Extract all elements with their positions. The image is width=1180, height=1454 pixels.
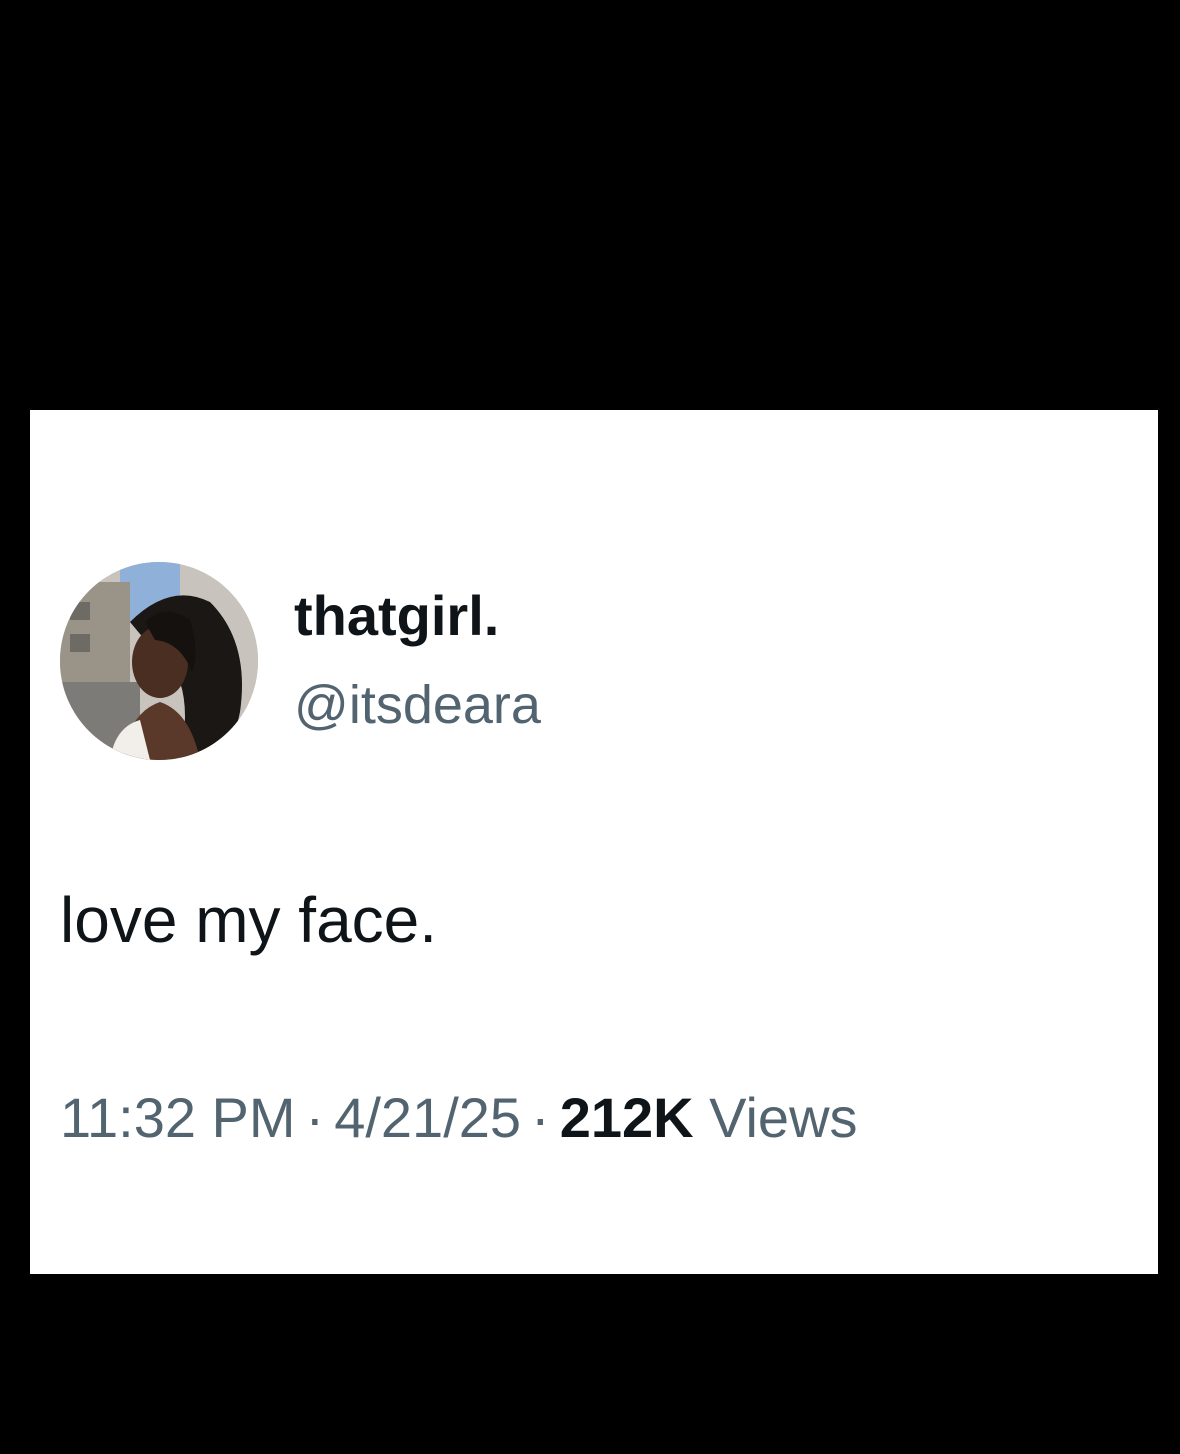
views-count[interactable]: 212K bbox=[560, 1086, 694, 1149]
tweet-card: thatgirl. @itsdeara love my face. 11:32 … bbox=[30, 410, 1158, 1274]
profile-photo-icon bbox=[60, 562, 258, 760]
views-label[interactable]: Views bbox=[709, 1086, 857, 1149]
display-name[interactable]: thatgirl. bbox=[294, 588, 499, 644]
avatar[interactable] bbox=[60, 562, 258, 760]
tweet-text: love my face. bbox=[60, 884, 438, 956]
user-handle[interactable]: @itsdeara bbox=[294, 678, 541, 732]
tweet-time[interactable]: 11:32 PM bbox=[60, 1086, 296, 1149]
meta-separator: · bbox=[531, 1086, 550, 1149]
meta-separator: · bbox=[305, 1086, 325, 1149]
tweet-meta: 11:32 PM · 4/21/25 · 212K Views bbox=[60, 1090, 858, 1146]
tweet-date[interactable]: 4/21/25 bbox=[334, 1086, 521, 1149]
